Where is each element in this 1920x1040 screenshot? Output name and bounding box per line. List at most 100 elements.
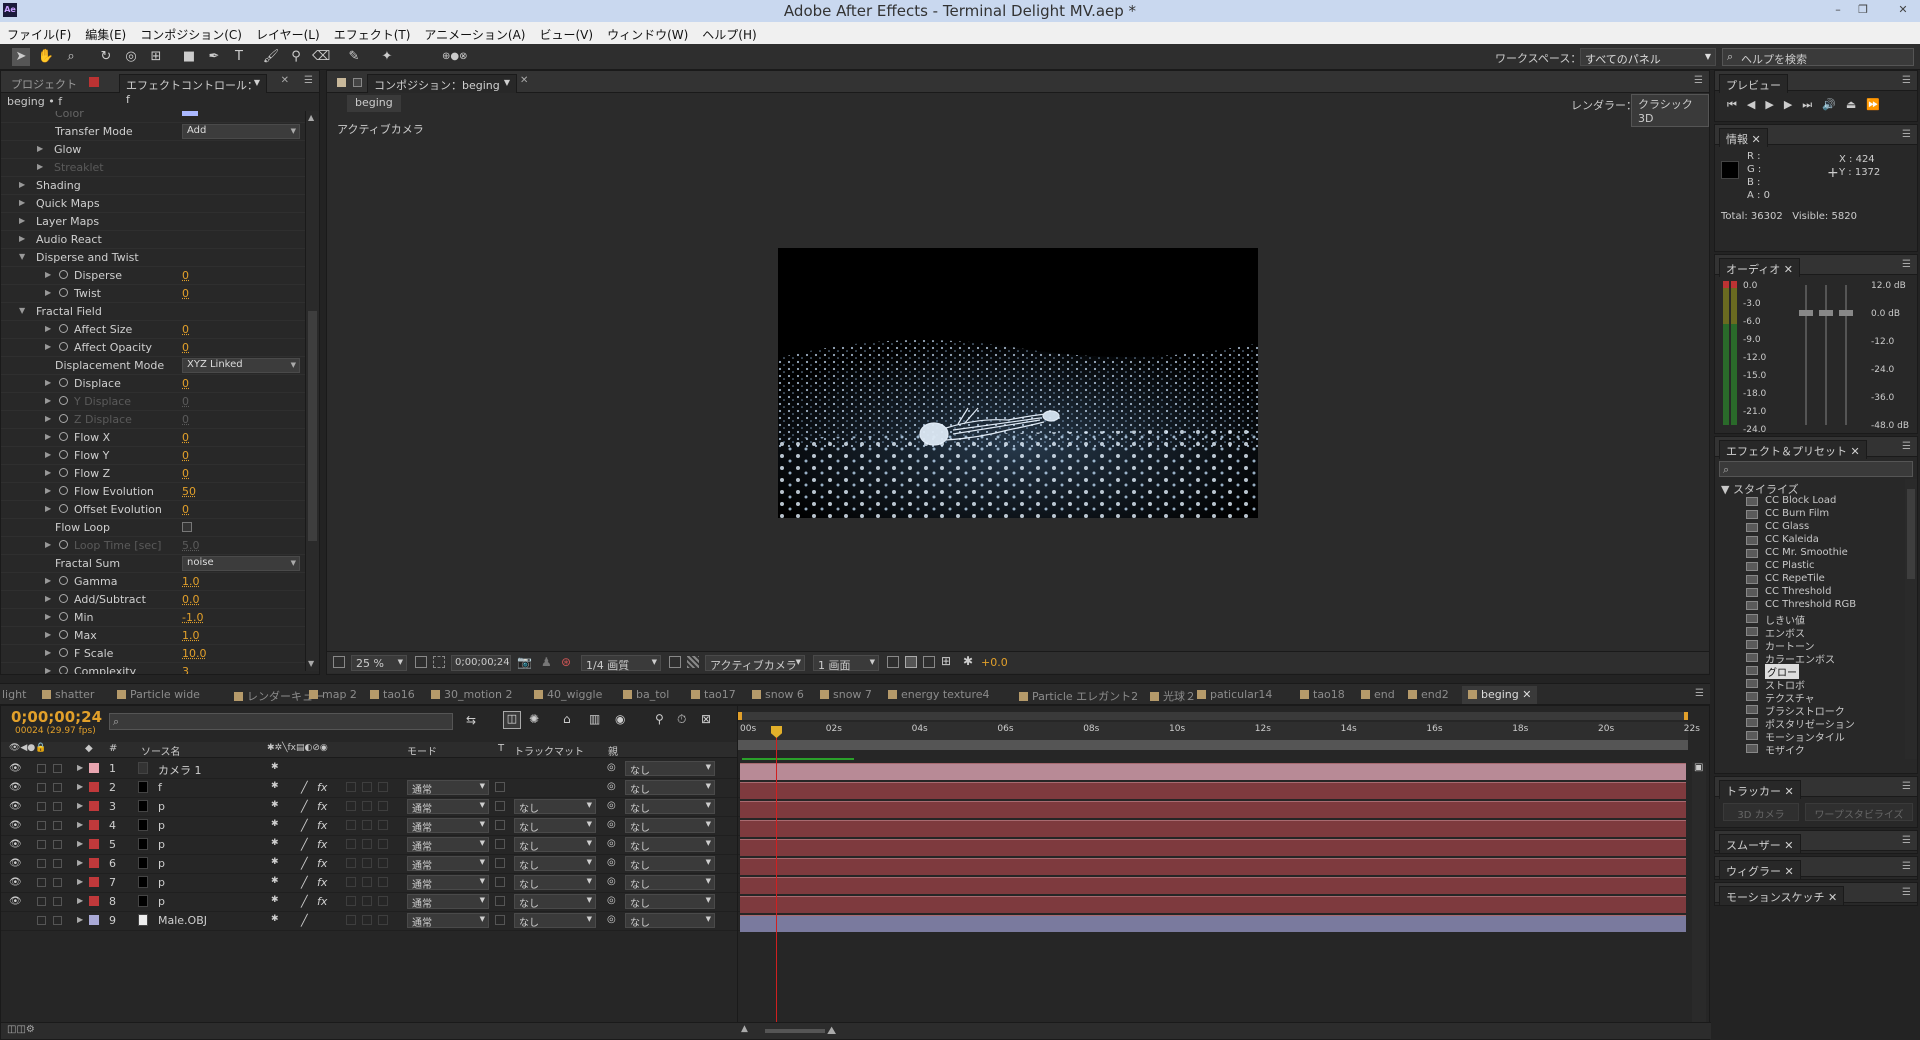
label-color[interactable] [89, 782, 99, 792]
time-navigator[interactable] [738, 712, 1688, 720]
color-swatch[interactable] [182, 111, 198, 116]
collapsed-triangle-icon[interactable]: ▶ [77, 801, 83, 810]
effect-item[interactable]: カートーン [1715, 638, 1905, 653]
collapsed-triangle-icon[interactable]: ▶ [77, 820, 83, 829]
timeline-tab[interactable]: light [2, 686, 26, 704]
switch-box[interactable] [378, 820, 388, 830]
zoom-in-icon[interactable]: ⛰ [827, 1024, 836, 1038]
effect-prop-row[interactable]: ▼ Fractal Field [1, 303, 305, 321]
effect-item[interactable]: カラーエンボス [1715, 651, 1905, 666]
minimize-icon[interactable]: – [1830, 3, 1846, 16]
track-camera-button[interactable]: 3D カメラ [1723, 803, 1799, 821]
footer-toggle-icons[interactable]: ◫◫⚙ [7, 1024, 35, 1035]
quality-switch-icon[interactable]: ╱ [301, 819, 308, 832]
collapsed-triangle-icon[interactable]: ▶ [45, 648, 51, 657]
timeline-tab[interactable]: 光球２ [1150, 686, 1196, 704]
collapsed-triangle-icon[interactable]: ▶ [45, 270, 51, 279]
resolution-select[interactable]: 1/4 画質 ▼ [581, 655, 661, 672]
collapsed-triangle-icon[interactable]: ▶ [45, 612, 51, 621]
collapsed-triangle-icon[interactable]: ▶ [45, 396, 51, 405]
stopwatch-icon[interactable] [59, 414, 68, 423]
label-color[interactable] [89, 915, 99, 925]
layer-name[interactable]: p [158, 857, 165, 870]
switch-box[interactable] [362, 782, 372, 792]
effect-item[interactable]: モーションタイル [1715, 729, 1905, 744]
effect-item[interactable]: CC Glass [1715, 521, 1905, 534]
effect-item[interactable]: CC Threshold [1715, 586, 1905, 599]
track-matte-select[interactable]: なし ▼ [514, 913, 596, 929]
layer-row[interactable]: 👁 ▶ 1 カメラ 1 ✱ ◎ なし ▼ [1, 760, 741, 779]
switch-box[interactable] [378, 801, 388, 811]
effect-item[interactable]: CC Block Load [1715, 495, 1905, 508]
switch-box[interactable] [378, 877, 388, 887]
effect-prop-row[interactable]: Transfer Mode Add [1, 123, 305, 141]
effect-prop-row[interactable]: ▶ Flow Y 0 [1, 447, 305, 465]
pickwhip-icon[interactable]: ◎ [607, 800, 616, 811]
effect-prop-row[interactable]: ▶ Z Displace 0 [1, 411, 305, 429]
blend-mode-select[interactable]: 通常 ▼ [407, 818, 489, 834]
label-color[interactable] [89, 839, 99, 849]
menu-item-4[interactable]: エフェクト(T) [327, 22, 418, 43]
eye-icon[interactable]: 👁 [9, 839, 22, 850]
switch-box[interactable] [362, 877, 372, 887]
pickwhip-icon[interactable]: ◎ [607, 895, 616, 906]
timeline-tab[interactable]: ba_tol [623, 686, 669, 704]
tracker-menu-icon[interactable]: ☰ [1902, 781, 1911, 792]
clone-stamp-icon[interactable]: ⚲ [287, 48, 305, 66]
switch-box[interactable] [346, 896, 356, 906]
collapsed-triangle-icon[interactable]: ▶ [19, 198, 25, 207]
track-matte-select[interactable]: なし ▼ [514, 856, 596, 872]
blend-mode-select[interactable]: 通常 ▼ [407, 875, 489, 891]
draft-3d-icon[interactable]: ◫ [503, 711, 521, 729]
shy-switch-icon[interactable]: ✱ [271, 781, 279, 791]
preserve-transparency-box[interactable] [495, 801, 505, 811]
view-layout-select[interactable]: 1 画面 ▼ [813, 655, 879, 672]
switch-box[interactable] [346, 839, 356, 849]
collapsed-triangle-icon[interactable]: ▶ [45, 540, 51, 549]
collapsed-triangle-icon[interactable]: ▶ [77, 915, 83, 924]
quality-switch-icon[interactable]: ╱ [301, 800, 308, 813]
menu-item-2[interactable]: コンポジション(C) [133, 22, 249, 43]
timeline-icon[interactable] [923, 656, 935, 668]
hand-tool-icon[interactable]: ✋ [37, 48, 55, 66]
preserve-transparency-box[interactable] [495, 896, 505, 906]
collapsed-triangle-icon[interactable]: ▶ [77, 763, 83, 772]
layer-duration-bar[interactable] [740, 763, 1686, 780]
audio-slider-left[interactable] [1799, 310, 1813, 316]
live-update-icon[interactable]: ⚲ [655, 712, 664, 726]
layer-row[interactable]: 👁 ▶ 2 f ✱ ╱ fx 通常 ▼ ◎ なし ▼ [1, 779, 741, 798]
switch-box[interactable] [362, 820, 372, 830]
collapsed-triangle-icon[interactable]: ▶ [77, 877, 83, 886]
collapsed-triangle-icon[interactable]: ▶ [45, 378, 51, 387]
collapsed-triangle-icon[interactable]: ▶ [77, 896, 83, 905]
stopwatch-icon[interactable] [59, 432, 68, 441]
lock-box[interactable] [53, 783, 62, 792]
scroll-thumb[interactable] [308, 311, 317, 541]
prop-value[interactable]: 3 [182, 665, 189, 674]
switch-box[interactable] [362, 896, 372, 906]
menu-item-8[interactable]: ヘルプ(H) [695, 22, 763, 43]
label-color[interactable] [89, 858, 99, 868]
stopwatch-icon[interactable] [59, 270, 68, 279]
stopwatch-icon[interactable] [59, 396, 68, 405]
stopwatch-icon[interactable] [59, 540, 68, 549]
renderer-button[interactable]: クラシック3D [1631, 94, 1709, 127]
switch-box[interactable] [362, 858, 372, 868]
label-color[interactable] [89, 877, 99, 887]
orbit-camera-icon[interactable]: ◎ [122, 48, 140, 66]
zoom-slider[interactable] [765, 1029, 825, 1033]
effect-prop-row[interactable]: ▶ Layer Maps [1, 213, 305, 231]
effect-item[interactable]: エンボス [1715, 625, 1905, 640]
timeline-tab[interactable]: tao17 [691, 686, 736, 704]
stopwatch-icon[interactable] [59, 666, 68, 674]
text-tool-icon[interactable]: T [230, 48, 248, 66]
lock-box[interactable] [53, 821, 62, 830]
collapsed-triangle-icon[interactable]: ▶ [37, 162, 43, 171]
switch-box[interactable] [346, 782, 356, 792]
layer-name[interactable]: p [158, 895, 165, 908]
blend-mode-select[interactable]: 通常 ▼ [407, 913, 489, 929]
effect-prop-row[interactable]: ▶ Flow Evolution 50 [1, 483, 305, 501]
switch-box[interactable] [378, 858, 388, 868]
comp-button-icon[interactable]: ▣ [1694, 762, 1703, 773]
quality-switch-icon[interactable]: ╱ [301, 781, 308, 794]
